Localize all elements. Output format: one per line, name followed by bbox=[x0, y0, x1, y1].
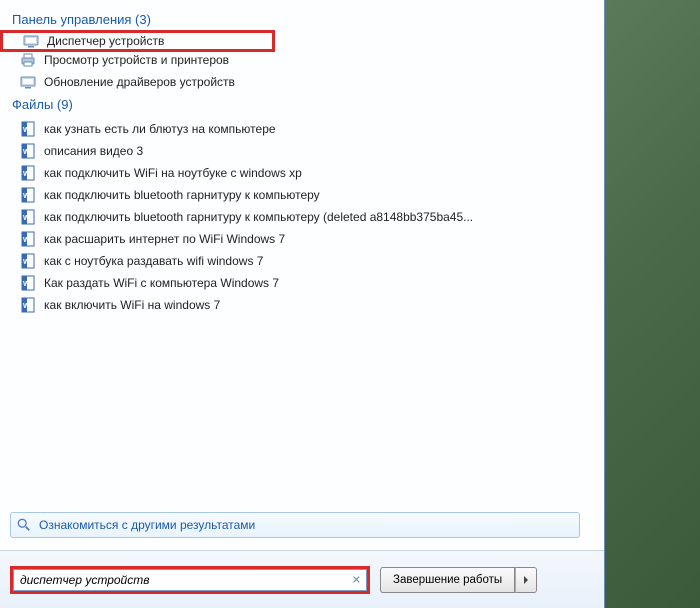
shutdown-button[interactable]: Завершение работы bbox=[380, 567, 515, 593]
result-file[interactable]: W как подключить WiFi на ноутбуке с wind… bbox=[0, 162, 604, 184]
bottom-bar: ✕ Завершение работы bbox=[0, 550, 604, 608]
result-file[interactable]: W как включить WiFi на windows 7 bbox=[0, 294, 604, 316]
svg-text:W: W bbox=[23, 259, 30, 266]
result-devices-printers[interactable]: Просмотр устройств и принтеров bbox=[0, 49, 604, 71]
word-doc-icon: W bbox=[20, 275, 36, 291]
desktop-background bbox=[605, 0, 700, 608]
result-file[interactable]: W как подключить bluetooth гарнитуру к к… bbox=[0, 206, 604, 228]
svg-text:W: W bbox=[23, 237, 30, 244]
clear-search-icon[interactable]: ✕ bbox=[352, 573, 361, 586]
word-doc-icon: W bbox=[20, 187, 36, 203]
result-label: как подключить bluetooth гарнитуру к ком… bbox=[44, 188, 320, 202]
result-file[interactable]: W как подключить bluetooth гарнитуру к к… bbox=[0, 184, 604, 206]
result-file[interactable]: W как с ноутбука раздавать wifi windows … bbox=[0, 250, 604, 272]
word-doc-icon: W bbox=[20, 231, 36, 247]
word-doc-icon: W bbox=[20, 165, 36, 181]
word-doc-icon: W bbox=[20, 297, 36, 313]
word-doc-icon: W bbox=[20, 121, 36, 137]
search-input[interactable] bbox=[13, 569, 367, 591]
see-more-label: Ознакомиться с другими результатами bbox=[39, 518, 255, 532]
search-box-highlight: ✕ bbox=[10, 566, 370, 594]
start-menu-search-results: Панель управления (3) Диспетчер устройст… bbox=[0, 0, 605, 608]
svg-text:W: W bbox=[23, 193, 30, 200]
result-device-manager[interactable]: Диспетчер устройств bbox=[0, 30, 275, 52]
svg-text:W: W bbox=[23, 127, 30, 134]
word-doc-icon: W bbox=[20, 143, 36, 159]
svg-text:W: W bbox=[23, 215, 30, 222]
result-label: Диспетчер устройств bbox=[47, 34, 164, 48]
chevron-right-icon bbox=[522, 573, 530, 587]
see-more-results[interactable]: Ознакомиться с другими результатами bbox=[10, 512, 580, 538]
search-icon bbox=[17, 518, 31, 532]
svg-text:W: W bbox=[23, 171, 30, 178]
result-file[interactable]: W описания видео 3 bbox=[0, 140, 604, 162]
result-label: описания видео 3 bbox=[44, 144, 143, 158]
result-label: как подключить bluetooth гарнитуру к ком… bbox=[44, 210, 473, 224]
shutdown-button-group: Завершение работы bbox=[380, 567, 537, 593]
result-label: как подключить WiFi на ноутбуке с window… bbox=[44, 166, 302, 180]
result-file[interactable]: W как расшарить интернет по WiFi Windows… bbox=[0, 228, 604, 250]
result-file[interactable]: W как узнать есть ли блютуз на компьютер… bbox=[0, 118, 604, 140]
svg-text:W: W bbox=[23, 149, 30, 156]
svg-text:W: W bbox=[23, 303, 30, 310]
word-doc-icon: W bbox=[20, 209, 36, 225]
section-header-files: Файлы (9) bbox=[0, 93, 604, 118]
word-doc-icon: W bbox=[20, 253, 36, 269]
result-update-drivers[interactable]: Обновление драйверов устройств bbox=[0, 71, 604, 93]
result-file[interactable]: W Как раздать WiFi с компьютера Windows … bbox=[0, 272, 604, 294]
device-manager-icon bbox=[20, 74, 36, 90]
result-label: Обновление драйверов устройств bbox=[44, 75, 235, 89]
result-label: Как раздать WiFi с компьютера Windows 7 bbox=[44, 276, 279, 290]
result-label: как включить WiFi на windows 7 bbox=[44, 298, 220, 312]
result-label: Просмотр устройств и принтеров bbox=[44, 53, 229, 67]
result-label: как с ноутбука раздавать wifi windows 7 bbox=[44, 254, 263, 268]
device-manager-icon bbox=[23, 33, 39, 49]
printer-icon bbox=[20, 52, 36, 68]
svg-text:W: W bbox=[23, 281, 30, 288]
shutdown-options-button[interactable] bbox=[515, 567, 537, 593]
result-label: как расшарить интернет по WiFi Windows 7 bbox=[44, 232, 285, 246]
result-label: как узнать есть ли блютуз на компьютере bbox=[44, 122, 276, 136]
